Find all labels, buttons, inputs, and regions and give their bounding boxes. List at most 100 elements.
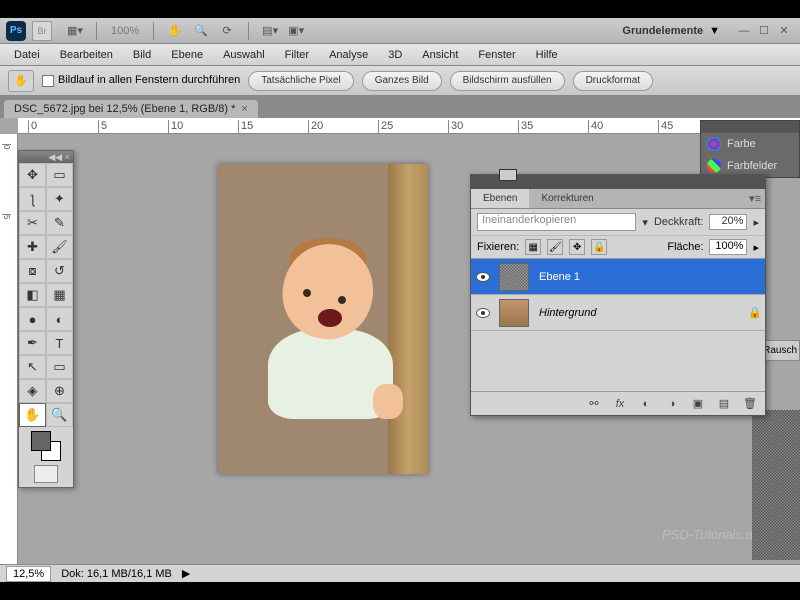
screenmode-dropdown-icon[interactable]: ▣▾	[287, 22, 305, 40]
actual-pixels-button[interactable]: Tatsächliche Pixel	[248, 71, 353, 91]
hand-icon[interactable]: ✋	[166, 22, 184, 40]
maximize-button[interactable]: ☐	[757, 24, 771, 38]
dodge-tool[interactable]: ◐	[46, 307, 73, 331]
panel-menu-icon[interactable]: ▾≡	[749, 192, 761, 205]
lock-label: Fixieren:	[477, 241, 519, 253]
history-brush-tool[interactable]: ↺	[46, 259, 73, 283]
lock-transparency-icon[interactable]: ▦	[525, 239, 541, 255]
layout-dropdown-icon[interactable]: ▦▾	[66, 22, 84, 40]
menu-fenster[interactable]: Fenster	[468, 46, 525, 64]
blur-tool[interactable]: ●	[19, 307, 46, 331]
blendmode-select[interactable]: Ineinanderkopieren	[477, 213, 636, 231]
path-tool[interactable]: ↖	[19, 355, 46, 379]
layer-row[interactable]: Ebene 1	[471, 259, 765, 295]
minimize-button[interactable]: —	[737, 24, 751, 38]
gradient-tool[interactable]: ▦	[46, 283, 73, 307]
visibility-toggle[interactable]	[471, 272, 495, 282]
print-size-button[interactable]: Druckformat	[573, 71, 653, 91]
shape-tool[interactable]: ▭	[46, 355, 73, 379]
layer-thumbnail[interactable]	[499, 299, 529, 327]
tools-panel-header[interactable]: ◀◀ ×	[19, 151, 73, 163]
menu-filter[interactable]: Filter	[275, 46, 319, 64]
fill-screen-button[interactable]: Bildschirm ausfüllen	[450, 71, 565, 91]
current-tool-icon[interactable]: ✋	[8, 70, 34, 92]
zoom-level[interactable]: 100%	[111, 25, 139, 37]
fit-screen-button[interactable]: Ganzes Bild	[362, 71, 442, 91]
visibility-toggle[interactable]	[471, 308, 495, 318]
crop-tool[interactable]: ✂	[19, 211, 46, 235]
zoom-icon[interactable]: 🔍	[192, 22, 210, 40]
opacity-chevron-icon[interactable]: ▸	[753, 216, 759, 229]
menu-bild[interactable]: Bild	[123, 46, 161, 64]
lock-icon: 🔒	[745, 306, 765, 319]
heal-tool[interactable]: ✚	[19, 235, 46, 259]
app-logo-icon: Ps	[6, 21, 26, 41]
document-tabs: DSC_5672.jpg bei 12,5% (Ebene 1, RGB/8) …	[0, 96, 800, 118]
eyedropper-tool[interactable]: ✎	[46, 211, 73, 235]
layer-row[interactable]: Hintergrund 🔒	[471, 295, 765, 331]
document-canvas[interactable]	[218, 164, 428, 474]
status-zoom[interactable]: 12,5%	[6, 566, 51, 582]
eye-icon	[476, 308, 490, 318]
layers-panel-grab[interactable]	[471, 175, 765, 189]
status-chevron-icon[interactable]: ▶	[182, 567, 190, 580]
new-layer-icon[interactable]: ▤	[715, 396, 733, 412]
color-swatches[interactable]	[31, 431, 61, 461]
move-tool[interactable]: ✥	[19, 163, 46, 187]
layer-name[interactable]: Hintergrund	[533, 307, 745, 319]
menu-ansicht[interactable]: Ansicht	[412, 46, 468, 64]
menu-hilfe[interactable]: Hilfe	[526, 46, 568, 64]
color-panel-collapsed[interactable]: Farbe Farbfelder	[700, 120, 800, 178]
mask-icon[interactable]: ◐	[637, 396, 655, 412]
arrange-dropdown-icon[interactable]: ▤▾	[261, 22, 279, 40]
wand-tool[interactable]: ✦	[46, 187, 73, 211]
vertical-ruler: 0 5	[0, 134, 18, 566]
lock-position-icon[interactable]: ✥	[569, 239, 585, 255]
scroll-all-windows-checkbox[interactable]: Bildlauf in allen Fenstern durchführen	[42, 74, 240, 86]
menu-ebene[interactable]: Ebene	[161, 46, 213, 64]
lock-pixels-icon[interactable]: 🖌	[547, 239, 563, 255]
blendmode-chevron-icon[interactable]: ▾	[642, 216, 648, 229]
menu-analyse[interactable]: Analyse	[319, 46, 378, 64]
close-button[interactable]: ✕	[777, 24, 791, 38]
foreground-color-swatch[interactable]	[31, 431, 51, 451]
lock-all-icon[interactable]: 🔒	[591, 239, 607, 255]
3d-camera-tool[interactable]: ⊕	[46, 379, 73, 403]
document-tab[interactable]: DSC_5672.jpg bei 12,5% (Ebene 1, RGB/8) …	[4, 100, 258, 118]
marquee-tool[interactable]: ▭	[46, 163, 73, 187]
close-tab-icon[interactable]: ×	[241, 103, 247, 115]
link-layers-icon[interactable]: ⚯	[585, 396, 603, 412]
delete-layer-icon[interactable]: 🗑	[741, 396, 759, 412]
menu-datei[interactable]: Datei	[4, 46, 50, 64]
menubar: Datei Bearbeiten Bild Ebene Auswahl Filt…	[0, 44, 800, 66]
3d-tool[interactable]: ◈	[19, 379, 46, 403]
menu-bearbeiten[interactable]: Bearbeiten	[50, 46, 123, 64]
fx-icon[interactable]: fx	[611, 396, 629, 412]
bridge-icon[interactable]: Br	[32, 21, 52, 41]
stamp-tool[interactable]: ⧇	[19, 259, 46, 283]
group-icon[interactable]: ▣	[689, 396, 707, 412]
pen-tool[interactable]: ✒	[19, 331, 46, 355]
fill-chevron-icon[interactable]: ▸	[753, 241, 759, 254]
tab-korrekturen[interactable]: Korrekturen	[529, 189, 605, 208]
chevron-down-icon[interactable]: ▼	[709, 25, 720, 37]
hand-tool[interactable]: ✋	[19, 403, 46, 427]
opacity-input[interactable]: 20%	[709, 214, 747, 230]
lasso-tool[interactable]: ƪ	[19, 187, 46, 211]
layer-name[interactable]: Ebene 1	[533, 271, 765, 283]
adjustment-icon[interactable]: ◑	[663, 396, 681, 412]
fill-input[interactable]: 100%	[709, 239, 747, 255]
brush-tool[interactable]: 🖌	[46, 235, 73, 259]
horizontal-ruler: 0 5 10 15 20 25 30 35 40 45	[18, 118, 800, 134]
layer-thumbnail[interactable]	[499, 263, 529, 291]
workspace-switcher[interactable]: Grundelemente	[622, 25, 703, 37]
rotate-icon[interactable]: ⟳	[218, 22, 236, 40]
menu-auswahl[interactable]: Auswahl	[213, 46, 275, 64]
quickmask-toggle[interactable]	[34, 465, 58, 483]
menu-3d[interactable]: 3D	[378, 46, 412, 64]
tab-ebenen[interactable]: Ebenen	[471, 189, 529, 208]
noise-panel-tab[interactable]: Rausch	[760, 340, 800, 361]
type-tool[interactable]: T	[46, 331, 73, 355]
zoom-tool[interactable]: 🔍	[46, 403, 73, 427]
eraser-tool[interactable]: ◧	[19, 283, 46, 307]
